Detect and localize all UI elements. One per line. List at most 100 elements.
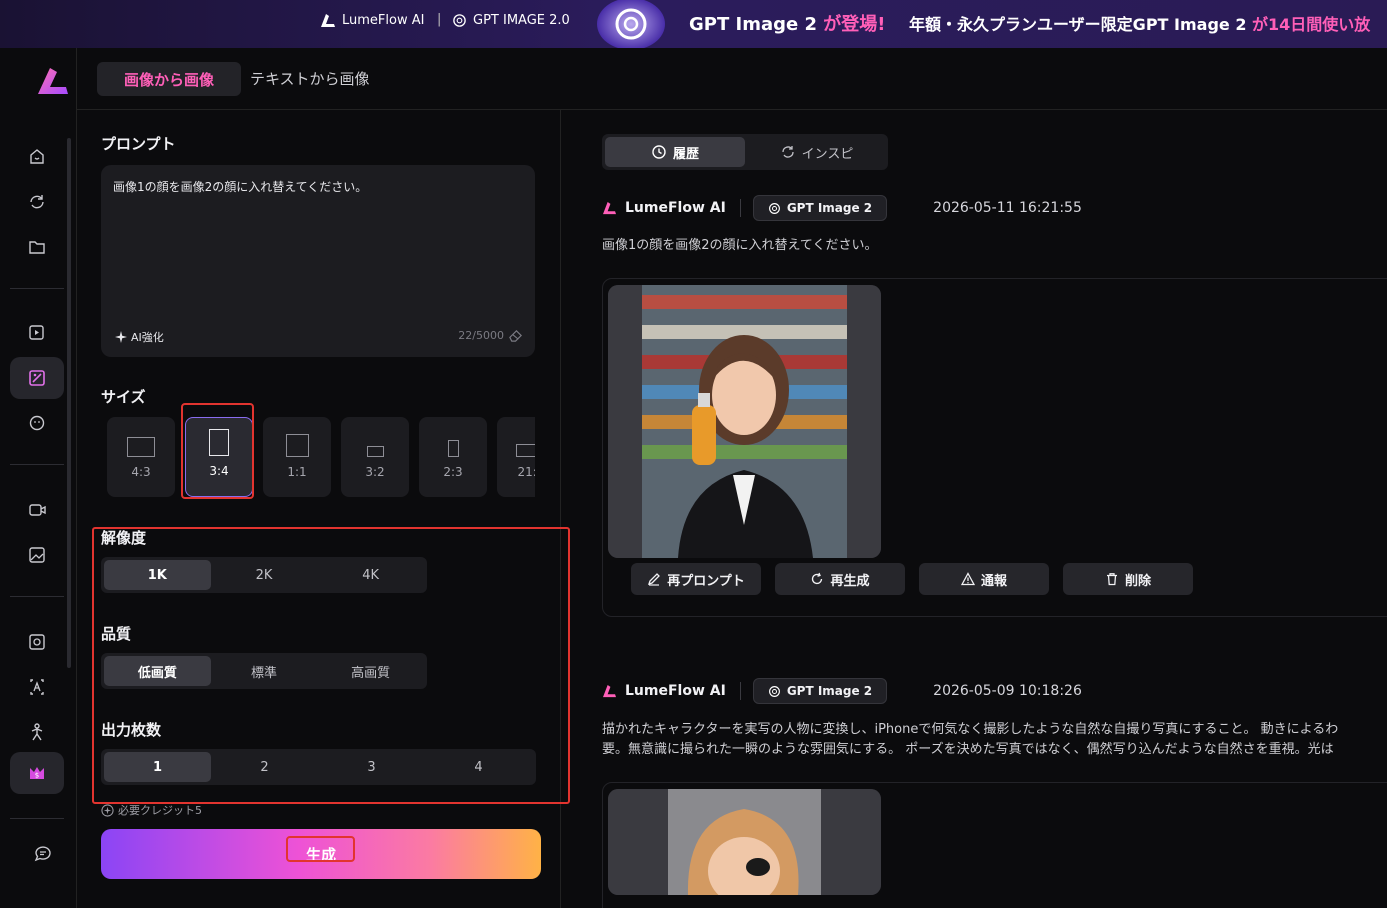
entry-timestamp: 2026-05-09 10:18:26 bbox=[933, 683, 1082, 699]
clock-icon bbox=[652, 145, 666, 159]
entry-app: LumeFlow AI bbox=[602, 683, 726, 699]
size-option-21-9[interactable]: 21:9 bbox=[497, 417, 535, 497]
delete-label: 削除 bbox=[1124, 573, 1151, 589]
image-edit-icon[interactable] bbox=[24, 365, 50, 391]
result-image[interactable] bbox=[608, 285, 881, 558]
quality-option-high[interactable]: 高画質 bbox=[317, 656, 424, 686]
output-count-option-4[interactable]: 4 bbox=[425, 752, 532, 782]
banner-promo: 年額・永久プランユーザー限定GPT Image 2 が14日間使い放 bbox=[909, 11, 1370, 35]
trash-icon bbox=[1106, 573, 1117, 586]
sparkle-icon bbox=[115, 331, 127, 343]
history-panel: 履歴 インスピ LumeFlow AI GPT Image 2 2026-05-… bbox=[562, 110, 1387, 908]
lumeflow-logo-icon bbox=[603, 684, 616, 697]
folder-icon[interactable] bbox=[24, 234, 50, 260]
entry-app: LumeFlow AI bbox=[602, 200, 726, 216]
reprompt-button[interactable]: 再プロンプト bbox=[631, 563, 761, 595]
result-image[interactable] bbox=[608, 789, 881, 895]
quality-option-low[interactable]: 低画質 bbox=[104, 656, 211, 686]
character-counter: 22/5000 bbox=[458, 328, 523, 343]
tab-text-to-image[interactable]: テキストから画像 bbox=[250, 68, 370, 89]
banner-headline: GPT Image 2 が登場! bbox=[689, 10, 885, 36]
person-pose-icon[interactable] bbox=[24, 719, 50, 745]
ai-image-icon[interactable] bbox=[24, 320, 50, 346]
settings-panel: プロンプト 画像1の顔を画像2の顔に入れ替えてください。 AI強化 22/500… bbox=[77, 110, 561, 908]
entry-timestamp: 2026-05-11 16:21:55 bbox=[933, 200, 1082, 216]
banner-headline-accent: が登場! bbox=[817, 14, 886, 35]
tab-history[interactable]: 履歴 bbox=[605, 137, 745, 167]
promo-banner[interactable]: LumeFlow AI | GPT IMAGE 2.0 GPT Image 2 … bbox=[0, 0, 1387, 48]
entry-divider bbox=[739, 199, 741, 217]
quality-option-standard[interactable]: 標準 bbox=[211, 656, 318, 686]
delete-button[interactable]: 削除 bbox=[1063, 563, 1193, 595]
banner-brand: LumeFlow AI bbox=[320, 13, 424, 28]
report-label: 通報 bbox=[980, 573, 1007, 589]
output-count-option-3[interactable]: 3 bbox=[318, 752, 425, 782]
reprompt-label: 再プロンプト bbox=[667, 573, 745, 589]
entry-app-name: LumeFlow AI bbox=[625, 200, 726, 216]
size-option-label: 1:1 bbox=[287, 465, 307, 479]
ratio-shape-icon bbox=[516, 444, 535, 457]
report-button[interactable]: 通報 bbox=[919, 563, 1049, 595]
video-icon[interactable] bbox=[24, 497, 50, 523]
image-enhance-icon[interactable] bbox=[24, 542, 50, 568]
tab-history-label: 履歴 bbox=[672, 146, 699, 162]
ratio-shape-icon bbox=[366, 446, 384, 457]
sidebar-scrollbar[interactable] bbox=[67, 138, 71, 668]
eraser-icon[interactable] bbox=[508, 328, 523, 343]
mode-tabs: 画像から画像 テキストから画像 bbox=[77, 48, 1387, 110]
crown-dollar-icon[interactable]: $ bbox=[24, 760, 50, 786]
face-icon[interactable] bbox=[24, 410, 50, 436]
ai-enhance-label: AI強化 bbox=[131, 331, 164, 344]
ratio-shape-icon bbox=[209, 429, 229, 456]
resolution-option-2k[interactable]: 2K bbox=[211, 560, 318, 590]
quality-selector: 低画質 標準 高画質 bbox=[101, 653, 427, 689]
model-badge: GPT Image 2 bbox=[752, 678, 888, 704]
ratio-shape-icon bbox=[447, 440, 459, 457]
openai-orb-icon bbox=[597, 0, 665, 48]
generate-button[interactable]: 生成 bbox=[101, 829, 541, 879]
resolution-option-1k[interactable]: 1K bbox=[104, 560, 211, 590]
size-option-3-4[interactable]: 3:4 bbox=[185, 417, 253, 497]
model-badge-label: GPT Image 2 bbox=[786, 201, 873, 215]
size-option-label: 2:3 bbox=[443, 465, 463, 479]
lumeflow-logo-icon bbox=[321, 13, 335, 27]
size-option-4-3[interactable]: 4:3 bbox=[107, 417, 175, 497]
openai-icon bbox=[453, 14, 466, 27]
tab-inspiration-label: インスピ bbox=[801, 146, 854, 162]
credit-info: 必要クレジット5 bbox=[101, 802, 202, 818]
result-card bbox=[602, 782, 1387, 908]
openai-icon bbox=[768, 685, 780, 697]
resolution-option-4k[interactable]: 4K bbox=[317, 560, 424, 590]
app-logo-icon[interactable] bbox=[36, 66, 70, 96]
tab-image-to-image[interactable]: 画像から画像 bbox=[97, 62, 241, 96]
size-option-2-3[interactable]: 2:3 bbox=[419, 417, 487, 497]
video-play-icon[interactable] bbox=[24, 629, 50, 655]
sidebar: $ bbox=[0, 48, 77, 908]
regenerate-button[interactable]: 再生成 bbox=[775, 563, 905, 595]
banner-headline-main: GPT Image 2 bbox=[689, 14, 817, 35]
banner-model-label: GPT IMAGE 2.0 bbox=[473, 13, 570, 28]
history-entry-header: LumeFlow AI GPT Image 2 2026-05-09 10:18… bbox=[602, 677, 1082, 705]
ai-text-icon[interactable] bbox=[24, 674, 50, 700]
output-count-option-1[interactable]: 1 bbox=[104, 752, 211, 782]
chat-icon[interactable] bbox=[30, 840, 56, 866]
size-option-label: 4:3 bbox=[131, 465, 151, 479]
entry-prompt: 画像1の顔を画像2の顔に入れ替えてください。 bbox=[602, 238, 878, 253]
sidebar-divider bbox=[10, 464, 64, 465]
home-icon[interactable] bbox=[24, 144, 50, 170]
tab-inspiration[interactable]: インスピ bbox=[748, 137, 885, 167]
banner-promo-accent: が14日間使い放 bbox=[1246, 15, 1371, 34]
size-option-3-2[interactable]: 3:2 bbox=[341, 417, 409, 497]
resolution-title: 解像度 bbox=[101, 529, 147, 547]
result-card: 再プロンプト 再生成 通報 削除 bbox=[602, 278, 1387, 617]
resolution-selector: 1K 2K 4K bbox=[101, 557, 427, 593]
ai-enhance-button[interactable]: AI強化 bbox=[115, 329, 164, 345]
sidebar-divider bbox=[10, 596, 64, 597]
size-option-1-1[interactable]: 1:1 bbox=[263, 417, 331, 497]
prompt-text[interactable]: 画像1の顔を画像2の顔に入れ替えてください。 bbox=[113, 178, 367, 195]
generate-button-label: 生成 bbox=[305, 845, 336, 864]
output-count-option-2[interactable]: 2 bbox=[211, 752, 318, 782]
refresh-icon[interactable] bbox=[24, 189, 50, 215]
quality-title: 品質 bbox=[101, 625, 132, 643]
prompt-input[interactable]: 画像1の顔を画像2の顔に入れ替えてください。 AI強化 22/5000 bbox=[101, 165, 535, 357]
